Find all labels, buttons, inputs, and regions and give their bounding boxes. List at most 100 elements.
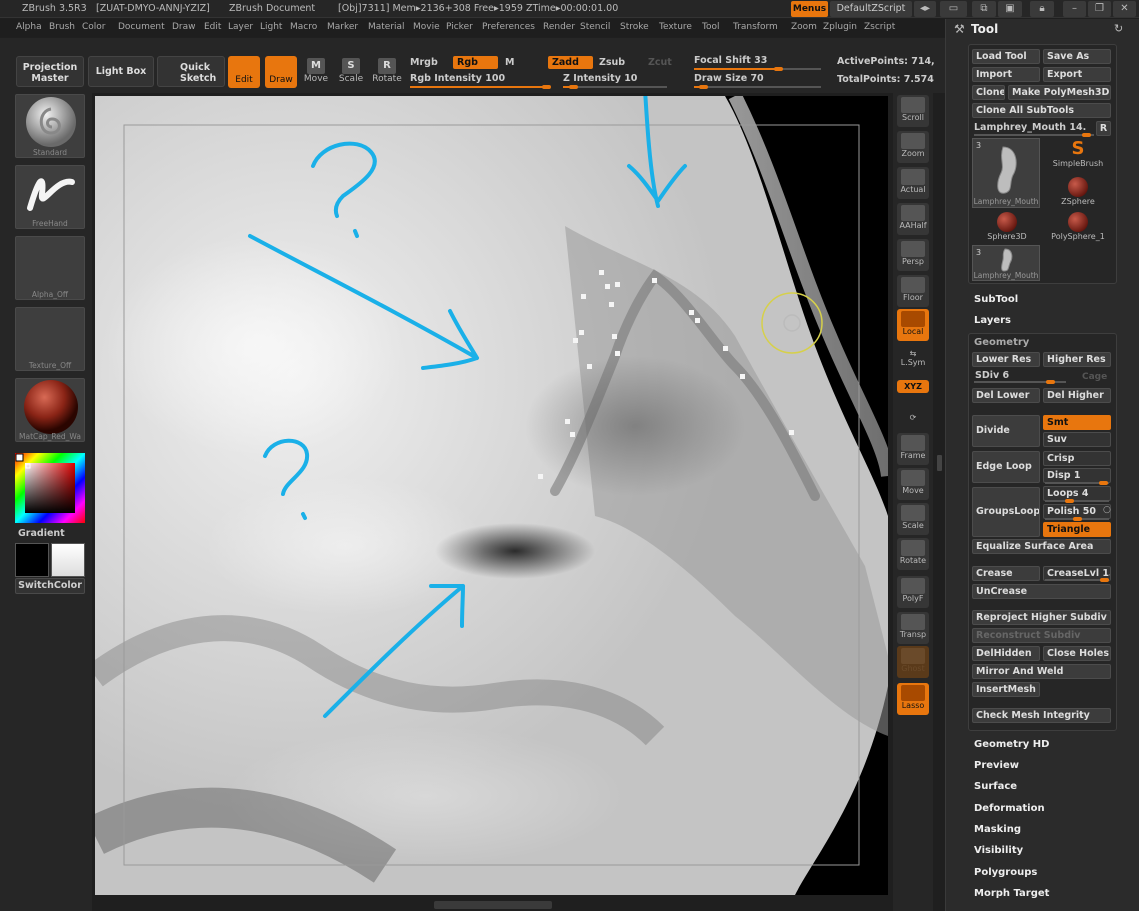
alpha-thumbnail[interactable]: Alpha_Off (15, 236, 85, 300)
lsym-button[interactable]: ⇆ L.Sym (897, 349, 929, 373)
sdiv-slider[interactable] (974, 380, 1066, 384)
aahalf-button[interactable]: AAHalf (897, 203, 929, 235)
m-toggle[interactable]: M (505, 57, 514, 68)
edge-loop-button[interactable]: Edge Loop (972, 451, 1040, 483)
r-button[interactable]: R (1096, 121, 1111, 136)
loops-slider-track[interactable] (1045, 499, 1109, 503)
menu-layer[interactable]: Layer (228, 22, 253, 32)
default-zscript-button[interactable]: DefaultZScript (830, 1, 912, 17)
menus-toggle-button[interactable]: Menus (791, 1, 828, 17)
floor-button[interactable]: Floor (897, 275, 929, 307)
tool-polysphere[interactable]: PolySphere_1 (1045, 212, 1111, 246)
menu-zscript[interactable]: Zscript (864, 22, 895, 32)
texture-thumbnail[interactable]: Texture_Off (15, 307, 85, 371)
menu-marker[interactable]: Marker (327, 22, 358, 32)
menu-color[interactable]: Color (82, 22, 106, 32)
stroke-thumbnail[interactable]: FreeHand (15, 165, 85, 229)
minimize-icon[interactable]: – (1063, 1, 1086, 17)
crisp-toggle[interactable]: Crisp (1043, 451, 1111, 466)
local-button[interactable]: Local (897, 309, 929, 341)
lower-res-button[interactable]: Lower Res (972, 352, 1040, 367)
rgb-toggle[interactable]: Rgb (453, 56, 498, 69)
z-intensity-slider[interactable] (563, 85, 667, 89)
close-icon[interactable]: ✕ (1113, 1, 1136, 17)
section-deformation[interactable]: Deformation (974, 803, 1045, 814)
zcut-toggle[interactable]: Zcut (648, 57, 672, 68)
frame-button[interactable]: Frame (897, 433, 929, 465)
draw-size-slider[interactable] (694, 85, 821, 89)
save-layout-icon[interactable]: ▣ (998, 1, 1022, 17)
menu-draw[interactable]: Draw (172, 22, 196, 32)
section-geometry-hd[interactable]: Geometry HD (974, 739, 1049, 750)
lasso-button[interactable]: Lasso (897, 683, 929, 715)
menu-stroke[interactable]: Stroke (620, 22, 649, 32)
tool-simplebrush[interactable]: S SimpleBrush (1045, 138, 1111, 180)
menu-brush[interactable]: Brush (49, 22, 75, 32)
xyz-button[interactable]: XYZ (897, 380, 929, 393)
section-visibility[interactable]: Visibility (974, 845, 1023, 856)
del-lower-button[interactable]: Del Lower (972, 388, 1040, 403)
secondary-color-swatch[interactable] (51, 543, 85, 577)
move-button[interactable]: Move (897, 468, 929, 500)
del-higher-button[interactable]: Del Higher (1043, 388, 1111, 403)
menu-movie[interactable]: Movie (413, 22, 440, 32)
insert-mesh-button[interactable]: InsertMesh (972, 682, 1040, 697)
rgb-intensity-slider[interactable] (410, 85, 551, 89)
groups-loops-button[interactable]: GroupsLoops (972, 487, 1040, 537)
material-thumbnail[interactable]: MatCap_Red_Wa (15, 378, 85, 442)
actual-button[interactable]: Actual (897, 167, 929, 199)
brush-thumbnail[interactable]: Standard (15, 94, 85, 158)
crease-level-track[interactable] (1045, 578, 1109, 582)
uncrease-button[interactable]: UnCrease (972, 584, 1111, 599)
section-polygroups[interactable]: Polygroups (974, 867, 1037, 878)
save-as-button[interactable]: Save As (1043, 49, 1111, 64)
subtool-section[interactable]: SubTool (974, 294, 1018, 305)
scale-button[interactable]: Scale (897, 503, 929, 535)
menu-render[interactable]: Render (543, 22, 575, 32)
triangle-toggle[interactable]: Triangle (1043, 522, 1111, 537)
edit-mode-button[interactable]: Edit (228, 56, 260, 88)
mrgb-toggle[interactable]: Mrgb (410, 57, 438, 68)
quick-sketch-button[interactable]: Quick Sketch (157, 56, 225, 87)
smt-toggle[interactable]: Smt (1043, 415, 1111, 430)
document-canvas[interactable] (95, 96, 888, 895)
clone-button[interactable]: Clone (972, 85, 1005, 100)
menu-transform[interactable]: Transform (733, 22, 778, 32)
check-mesh-integrity-button[interactable]: Check Mesh Integrity (972, 708, 1111, 723)
close-holes-button[interactable]: Close Holes (1043, 646, 1111, 661)
menu-light[interactable]: Light (260, 22, 282, 32)
switch-color-button[interactable]: SwitchColor (15, 578, 85, 594)
menu-material[interactable]: Material (368, 22, 405, 32)
move-mode-button[interactable]: M Move (300, 56, 332, 90)
layout-icon[interactable]: ▭ (940, 1, 967, 17)
section-surface[interactable]: Surface (974, 781, 1017, 792)
divide-button[interactable]: Divide (972, 415, 1040, 447)
palette-refresh-icon[interactable]: ↻ (1114, 22, 1123, 35)
section-preview[interactable]: Preview (974, 760, 1019, 771)
scale-mode-button[interactable]: S Scale (335, 56, 367, 90)
reconstruct-subdiv-button[interactable]: Reconstruct Subdiv (972, 628, 1111, 643)
section-morph-target[interactable]: Morph Target (974, 888, 1049, 899)
export-button[interactable]: Export (1043, 67, 1111, 82)
zoom-button[interactable]: Zoom (897, 131, 929, 163)
maximize-icon[interactable]: ❐ (1088, 1, 1111, 17)
transp-button[interactable]: Transp (897, 612, 929, 644)
menu-stencil[interactable]: Stencil (580, 22, 610, 32)
scroll-button[interactable]: Scroll (897, 95, 929, 127)
tool-slider[interactable] (974, 133, 1094, 137)
menu-zplugin[interactable]: Zplugin (823, 22, 857, 32)
bottom-tray-handle[interactable] (434, 901, 552, 909)
polyf-button[interactable]: PolyF (897, 576, 929, 608)
rotate-button[interactable]: Rotate (897, 538, 929, 570)
light-box-button[interactable]: Light Box (88, 56, 154, 87)
menu-texture[interactable]: Texture (659, 22, 692, 32)
menu-preferences[interactable]: Preferences (482, 22, 535, 32)
zadd-toggle[interactable]: Zadd (548, 56, 593, 69)
geometry-section[interactable]: Geometry (974, 337, 1029, 348)
higher-res-button[interactable]: Higher Res (1043, 352, 1111, 367)
persp-button[interactable]: Persp (897, 239, 929, 271)
menu-zoom[interactable]: Zoom (791, 22, 817, 32)
restore-layout-icon[interactable]: ⧉ (972, 1, 996, 17)
tool-zsphere[interactable]: ZSphere (1045, 177, 1111, 213)
scroll-arrows-icon[interactable]: ◂▸ (914, 1, 936, 17)
